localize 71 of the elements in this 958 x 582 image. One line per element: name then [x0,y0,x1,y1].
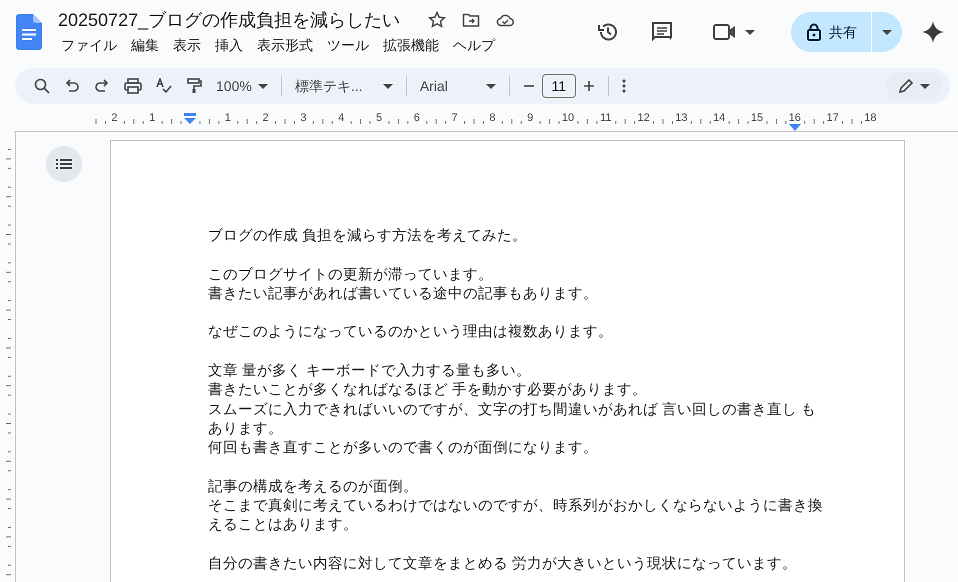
ruler-number: 5 [376,112,382,124]
ruler-number: 16 [788,112,801,124]
more-icon [622,79,626,93]
text-paragraph: なぜこのようになっているのかという理由は複数あります。 [208,323,614,342]
list-icon [56,158,72,170]
star-icon [428,10,446,28]
ruler-number: 4 [338,112,344,124]
paragraph-style-dropdown[interactable]: 標準テキ... [288,72,400,100]
menu-item[interactable]: 表示形式 [250,32,320,58]
text-paragraph: スムーズに入力できればいいのですが、文字の打ち間違いがあれば 言い回しの書き直し も あります。 [208,400,818,439]
ruler-number: 9 [527,112,534,124]
menu-item[interactable]: 拡張機能 [376,32,446,58]
ruler-number: 3 [300,112,306,124]
ruler-number: 14 [713,112,726,124]
docs-logo-icon [16,14,42,50]
caret-icon [486,84,496,88]
plus-icon [582,80,595,92]
right-margin-marker-icon [788,124,801,131]
font-size-field[interactable]: 11 [542,74,576,98]
menu-item[interactable]: ツール [320,32,376,58]
ruler-number: 18 [864,112,877,124]
ruler-number: 2 [111,112,118,124]
text-paragraph: 書きたい記事があれば書いている途中の記事もあります。 [208,284,599,304]
menu-item[interactable]: ヘルプ [446,32,502,58]
font-dropdown[interactable]: Arial [412,72,503,100]
text-paragraph: このブログサイトの更新が滞っています。 [208,266,494,285]
print-icon [124,78,142,94]
text-paragraph: 記事の構成を考えるのが面倒。 [208,478,419,497]
ruler-number: 2 [262,112,269,124]
ruler-number: 6 [414,112,420,124]
lock-icon [807,23,821,41]
outline-button[interactable] [46,146,82,182]
document-title[interactable]: 20250727_ブログの作成負担を減らしたい [58,8,400,30]
spellcheck-icon [156,78,172,94]
paint-roller-icon [186,78,202,94]
caret-icon [258,84,268,88]
ruler-number: 12 [637,112,650,124]
ruler-number: 15 [750,112,764,124]
ruler-number: 11 [600,112,612,124]
ruler-number: 7 [452,112,458,124]
caret-icon [920,84,930,88]
caret-icon [382,84,393,88]
menu-item[interactable]: 表示 [166,32,208,58]
editing-mode-button[interactable] [886,72,942,100]
history-icon [597,21,619,43]
caret-icon [745,30,755,34]
text-paragraph: 書きたいことが多くなればなるほど 手を動かす必要があります。 [208,381,648,400]
redo-icon [94,78,110,94]
ruler-number: 17 [826,112,839,124]
menu-item[interactable]: 編集 [124,32,166,58]
menu-item[interactable]: ファイル [54,32,124,58]
comment-icon [651,21,673,43]
zoom-dropdown[interactable]: 100% [209,72,275,100]
indent-marker-icon [183,113,197,125]
sparkle-icon [922,21,944,44]
ruler-number: 13 [675,112,688,124]
search-icon [34,78,50,94]
ruler-number: 8 [489,112,496,124]
undo-icon [64,78,80,94]
ruler-number: 1 [224,112,231,124]
text-paragraph: 自分の書きたい内容に対して文章をまとめる 労力が大きいという現状になっています。 [208,555,798,574]
ruler-number: 10 [562,112,574,124]
text-paragraph: 何回も書き直すことが多いので書くのが面倒になります。 [208,439,599,458]
text-paragraph: ブログの作成 負担を減らす方法を考えてみた。 [208,227,528,246]
text-paragraph: 文章 量が多く キーボードで入力する量も多い。 [208,362,532,382]
ruler-number: 1 [149,112,156,124]
pencil-icon [898,78,914,94]
text-paragraph: そこまで真剣に考えているわけではないのですが、時系列がおかしくならないように書き換 えることはあります。 [208,497,824,536]
menu-item[interactable]: 挿入 [208,32,250,58]
video-camera-icon [713,23,737,41]
caret-icon [882,30,892,34]
